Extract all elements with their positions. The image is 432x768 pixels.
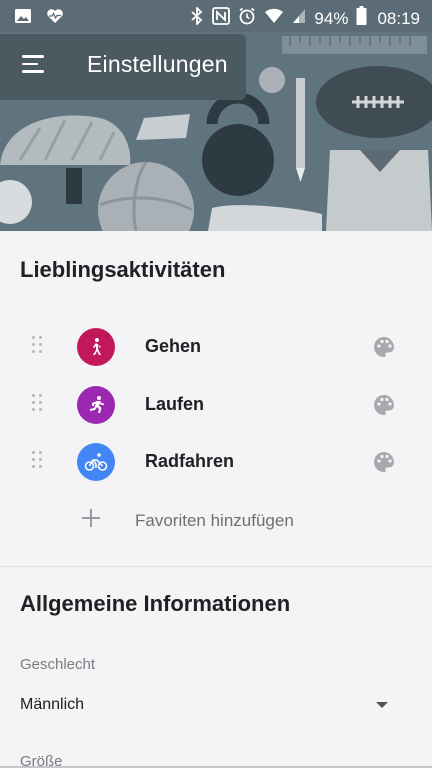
palette-icon[interactable]: [373, 451, 395, 473]
cycling-icon: [77, 443, 115, 481]
battery-percent: 94%: [314, 8, 349, 28]
gender-label: Geschlecht: [20, 656, 96, 673]
add-favorites-label: Favoriten hinzufügen: [135, 511, 294, 530]
activity-row-cycling[interactable]: Radfahren: [0, 437, 432, 487]
favorites-section-title: Lieblingsaktivitäten: [20, 257, 226, 282]
bluetooth-icon: [190, 5, 204, 30]
page-title: Einstellungen: [87, 51, 228, 77]
settings-content: Lieblingsaktivitäten Gehen Laufen Radfah…: [0, 231, 432, 768]
image-icon: [14, 7, 32, 30]
add-favorites-button[interactable]: Favoriten hinzufügen: [0, 501, 432, 541]
wifi-icon: [264, 7, 284, 30]
drag-handle-icon[interactable]: [32, 451, 46, 473]
alarm-icon: [238, 7, 256, 30]
clock: 08:19: [377, 8, 420, 28]
signal-icon: [292, 7, 306, 30]
activity-row-running[interactable]: Laufen: [0, 380, 432, 430]
settings-screen: 94% 08:19 Einstellungen Lieblingsaktivit…: [0, 0, 432, 768]
activity-label: Radfahren: [145, 451, 235, 471]
general-section-title: Allgemeine Informationen: [20, 591, 291, 616]
palette-icon[interactable]: [373, 394, 395, 416]
section-divider: [0, 566, 432, 567]
toolbar: Einstellungen: [0, 34, 246, 100]
nfc-icon: [212, 7, 231, 30]
activity-label: Gehen: [145, 336, 202, 356]
menu-icon[interactable]: [22, 55, 46, 77]
heart-pulse-icon: [46, 7, 64, 30]
battery-icon: [356, 6, 367, 31]
drag-handle-icon[interactable]: [32, 336, 46, 358]
status-bar: 94% 08:19: [0, 0, 432, 32]
gender-select[interactable]: Männlich: [20, 696, 84, 714]
plus-icon: [80, 507, 102, 529]
activity-row-walking[interactable]: Gehen: [0, 322, 432, 372]
activity-label: Laufen: [145, 394, 205, 414]
running-icon: [77, 386, 115, 424]
dropdown-arrow-icon[interactable]: [376, 702, 388, 708]
drag-handle-icon[interactable]: [32, 394, 46, 416]
walking-icon: [77, 328, 115, 366]
palette-icon[interactable]: [373, 336, 395, 358]
